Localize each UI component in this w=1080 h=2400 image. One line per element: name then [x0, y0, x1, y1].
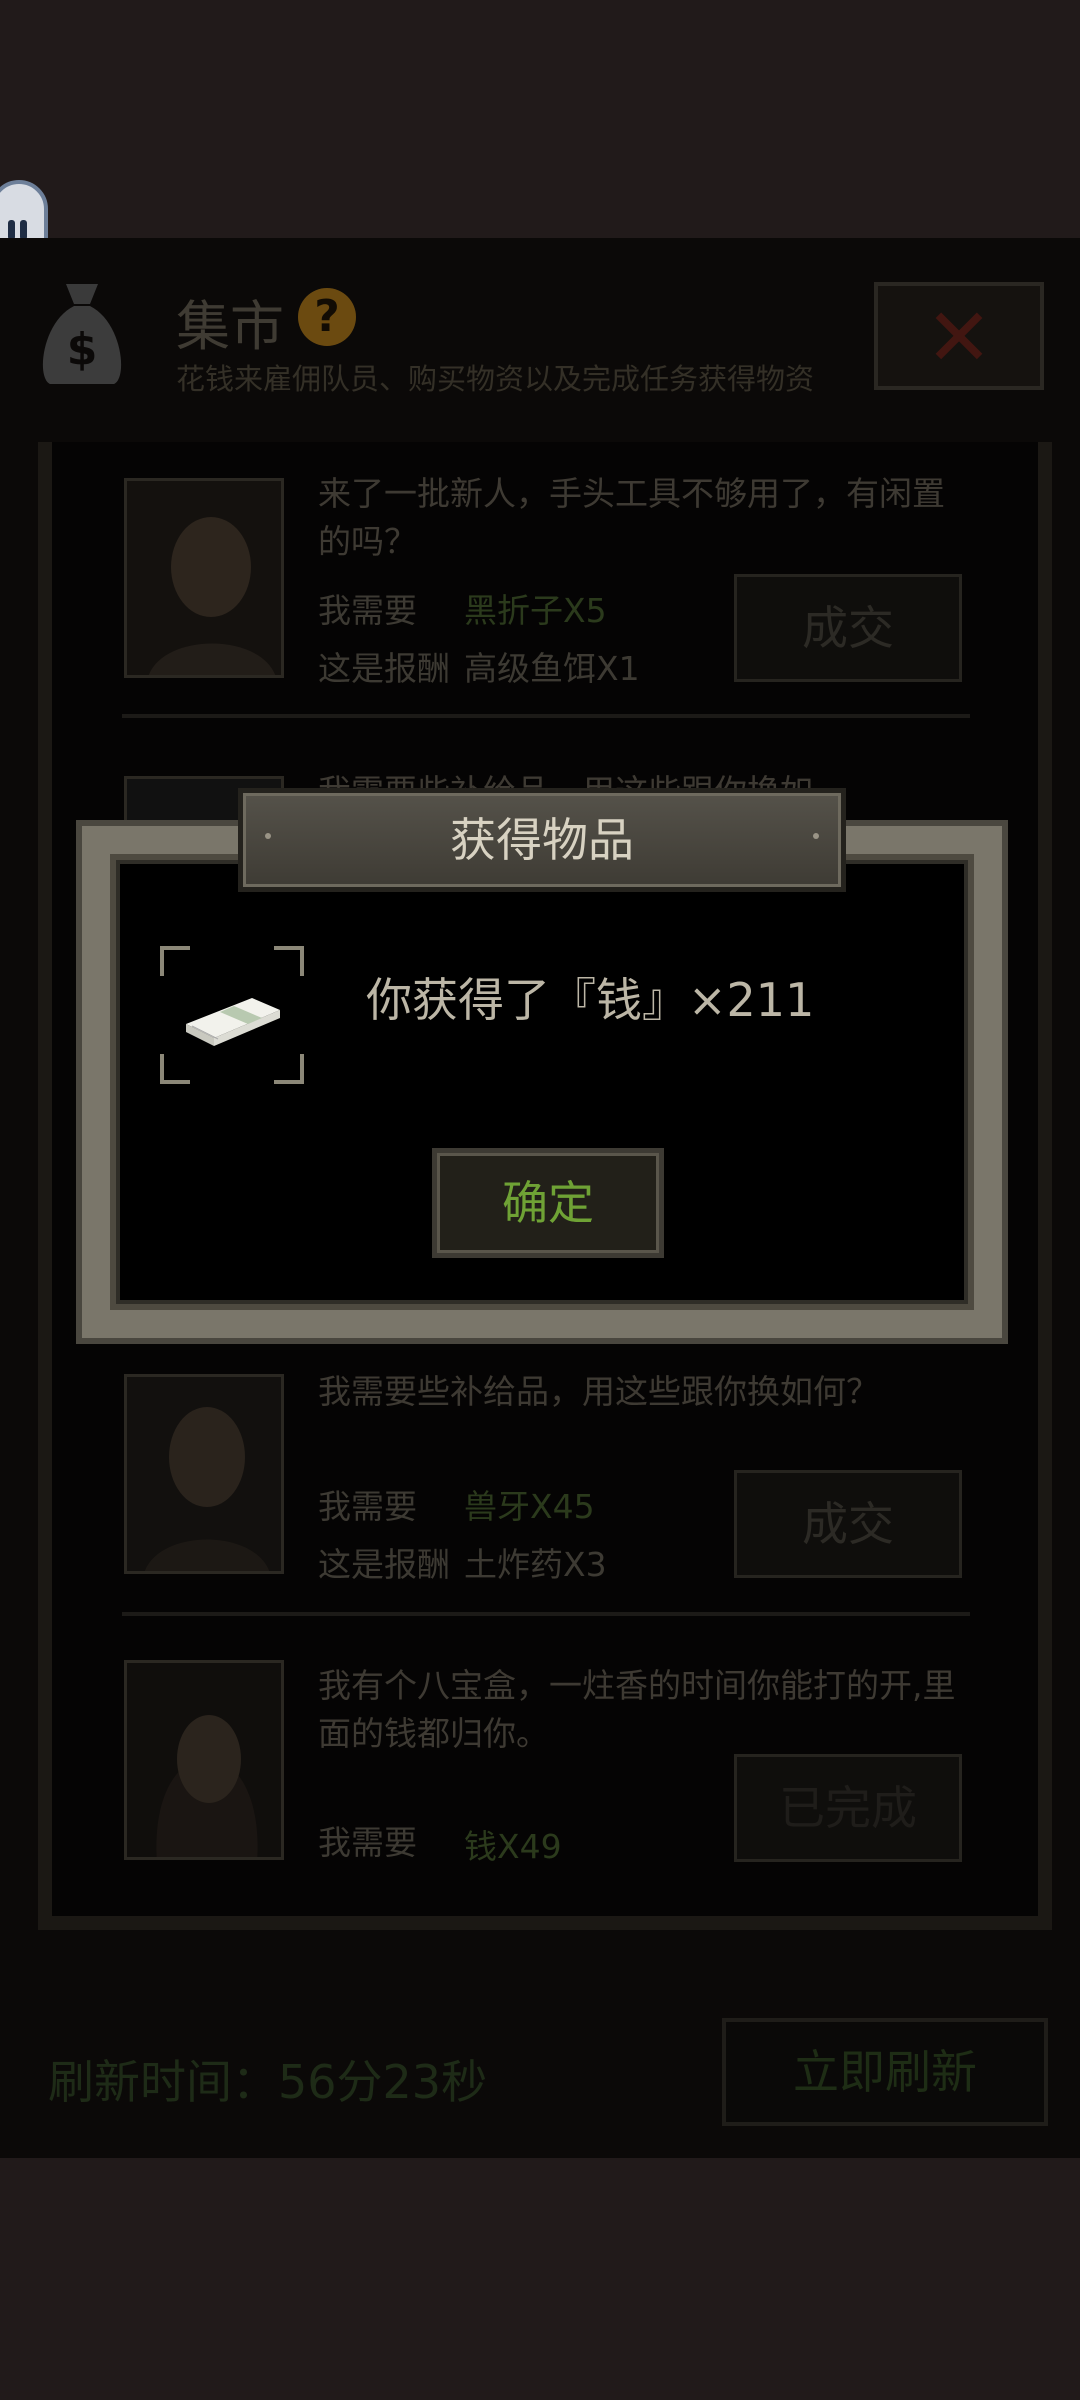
need-label: 我需要	[318, 1487, 417, 1526]
modal-title: 获得物品	[450, 813, 634, 867]
deal-button[interactable]: 成交	[734, 574, 962, 682]
trade-message: 我需要些补给品，用这些跟你换如何？	[318, 1372, 879, 1411]
cash-stack-icon	[182, 984, 282, 1052]
trade-message: 来了一批新人，手头工具不够用了，有闲置的吗？	[318, 474, 945, 561]
divider	[122, 1612, 970, 1616]
reward-value: 土炸药X3	[464, 1545, 607, 1584]
reward-value: 高级鱼饵X1	[464, 649, 640, 688]
need-label: 我需要	[318, 591, 417, 630]
divider	[122, 714, 970, 718]
trader-avatar	[124, 1660, 284, 1860]
need-value: 黑折子X5	[464, 591, 607, 630]
reward-label: 这是报酬	[318, 649, 450, 688]
money-bag-icon: $	[36, 278, 128, 388]
help-icon[interactable]: ?	[298, 288, 356, 346]
need-label: 我需要	[318, 1823, 417, 1862]
reward-message: 你获得了『钱』×211	[366, 973, 815, 1027]
reward-item-slot	[160, 946, 304, 1084]
svg-text:$: $	[67, 324, 98, 375]
trade-message: 我有个八宝盒，一炷香的时间你能打的开,里面的钱都归你。	[318, 1666, 956, 1753]
need-value: 兽牙X45	[464, 1487, 595, 1526]
reward-label: 这是报酬	[318, 1545, 450, 1584]
completed-button[interactable]: 已完成	[734, 1754, 962, 1862]
need-value: 钱X49	[464, 1827, 562, 1866]
refresh-timer: 刷新时间：56分23秒	[48, 2055, 488, 2109]
page-title: 集市	[176, 295, 284, 358]
close-icon: ✕	[925, 291, 993, 384]
bottom-background	[0, 2158, 1080, 2400]
confirm-button[interactable]: 确定	[432, 1148, 664, 1258]
trader-avatar	[124, 478, 284, 678]
deal-button[interactable]: 成交	[734, 1470, 962, 1578]
trader-avatar	[124, 1374, 284, 1574]
refresh-now-button[interactable]: 立即刷新	[722, 2018, 1048, 2126]
close-button[interactable]: ✕	[874, 282, 1044, 390]
page-subtitle: 花钱来雇佣队员、购买物资以及完成任务获得物资	[176, 362, 815, 396]
